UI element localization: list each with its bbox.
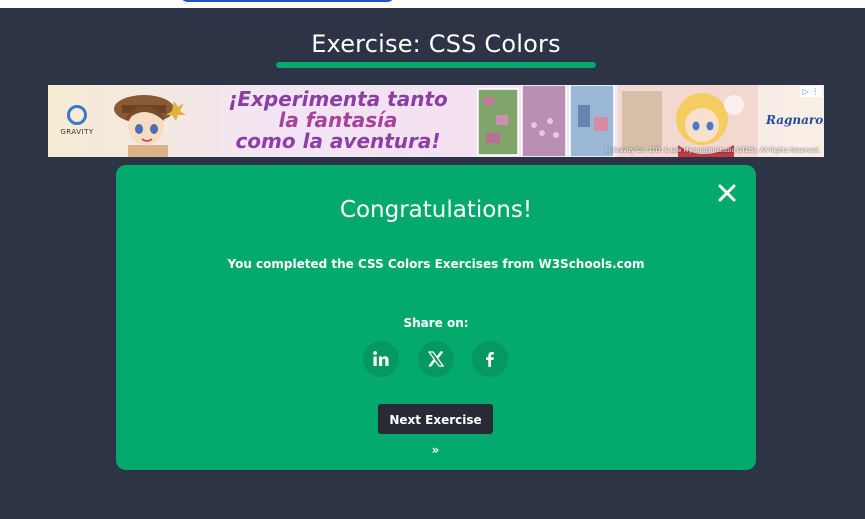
share-linkedin-button[interactable] bbox=[363, 341, 399, 377]
x-twitter-icon bbox=[428, 351, 444, 367]
top-nav-pill[interactable] bbox=[180, 0, 395, 2]
next-exercise-button[interactable]: Next Exercise » bbox=[378, 404, 493, 457]
exercise-page: Exercise: CSS Colors GRAVITY ¡Experiment… bbox=[0, 0, 865, 519]
modal-title: Congratulations! bbox=[339, 197, 533, 223]
ad-slogan-line1: ¡Experimenta tanto bbox=[228, 87, 448, 111]
advertisement-banner[interactable]: GRAVITY ¡Experimenta tanto la fantasía c… bbox=[48, 85, 824, 157]
gravity-logo-icon bbox=[67, 105, 87, 125]
ad-game-screenshots bbox=[477, 85, 615, 157]
ad-character-left-illustration bbox=[114, 95, 186, 157]
completion-message: You completed the CSS Colors Exercises f… bbox=[227, 257, 645, 271]
facebook-icon bbox=[486, 352, 494, 367]
gravity-logo-text: GRAVITY bbox=[60, 128, 94, 136]
congratulations-modal: Congratulations! You completed the CSS C… bbox=[116, 165, 756, 470]
page-title: Exercise: CSS Colors bbox=[311, 30, 561, 58]
gravity-logo: GRAVITY bbox=[54, 105, 100, 145]
ad-copyright: © Gravity Co., LTD. & Lee MyoungJin(stud… bbox=[604, 147, 820, 154]
share-buttons bbox=[116, 341, 756, 377]
title-underline bbox=[276, 62, 596, 68]
ragnarok-logo: Ragnarok bbox=[766, 113, 824, 127]
linkedin-icon bbox=[373, 351, 389, 366]
adchoices-icon[interactable]: ▷ ⋮ bbox=[800, 86, 822, 97]
ad-slogan: ¡Experimenta tanto la fantasía como la a… bbox=[188, 89, 488, 152]
share-facebook-button[interactable] bbox=[472, 341, 508, 377]
share-label: Share on: bbox=[403, 316, 469, 330]
ad-slogan-line3: como la aventura! bbox=[235, 129, 441, 153]
ad-slogan-line2: la fantasía bbox=[278, 108, 398, 132]
top-strip bbox=[0, 0, 865, 8]
share-x-button[interactable] bbox=[418, 341, 454, 377]
